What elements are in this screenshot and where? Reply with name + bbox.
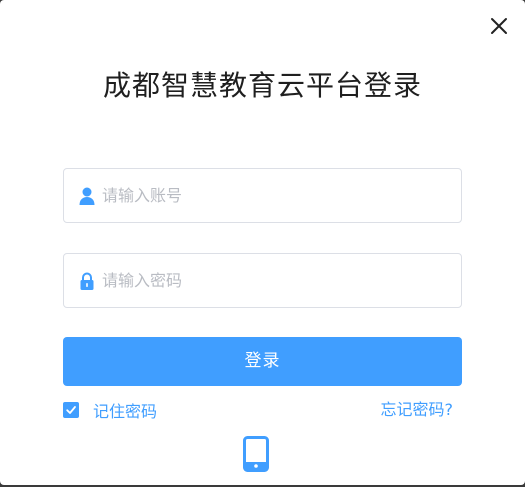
close-button[interactable] [487,14,511,38]
forgot-password-link[interactable]: 忘记密码? [381,399,454,421]
remember-checkbox[interactable] [63,402,79,418]
username-field[interactable] [63,168,462,223]
close-icon [491,18,507,34]
checkmark-icon [66,406,76,414]
remember-label: 记住密码 [93,402,158,421]
mobile-login-button[interactable] [243,436,269,472]
password-input[interactable] [102,254,451,307]
login-dialog: 成都智慧教育云平台登录 登录 记住密码 忘记密码? [0,0,525,485]
user-icon [77,186,97,206]
login-button[interactable]: 登录 [63,337,462,386]
remember-password-toggle[interactable]: 记住密码 [63,399,157,421]
mobile-phone-icon [243,436,269,472]
password-field[interactable] [63,253,462,308]
dialog-title: 成都智慧教育云平台登录 [102,69,422,102]
username-input[interactable] [102,169,451,222]
lock-icon [77,271,97,291]
